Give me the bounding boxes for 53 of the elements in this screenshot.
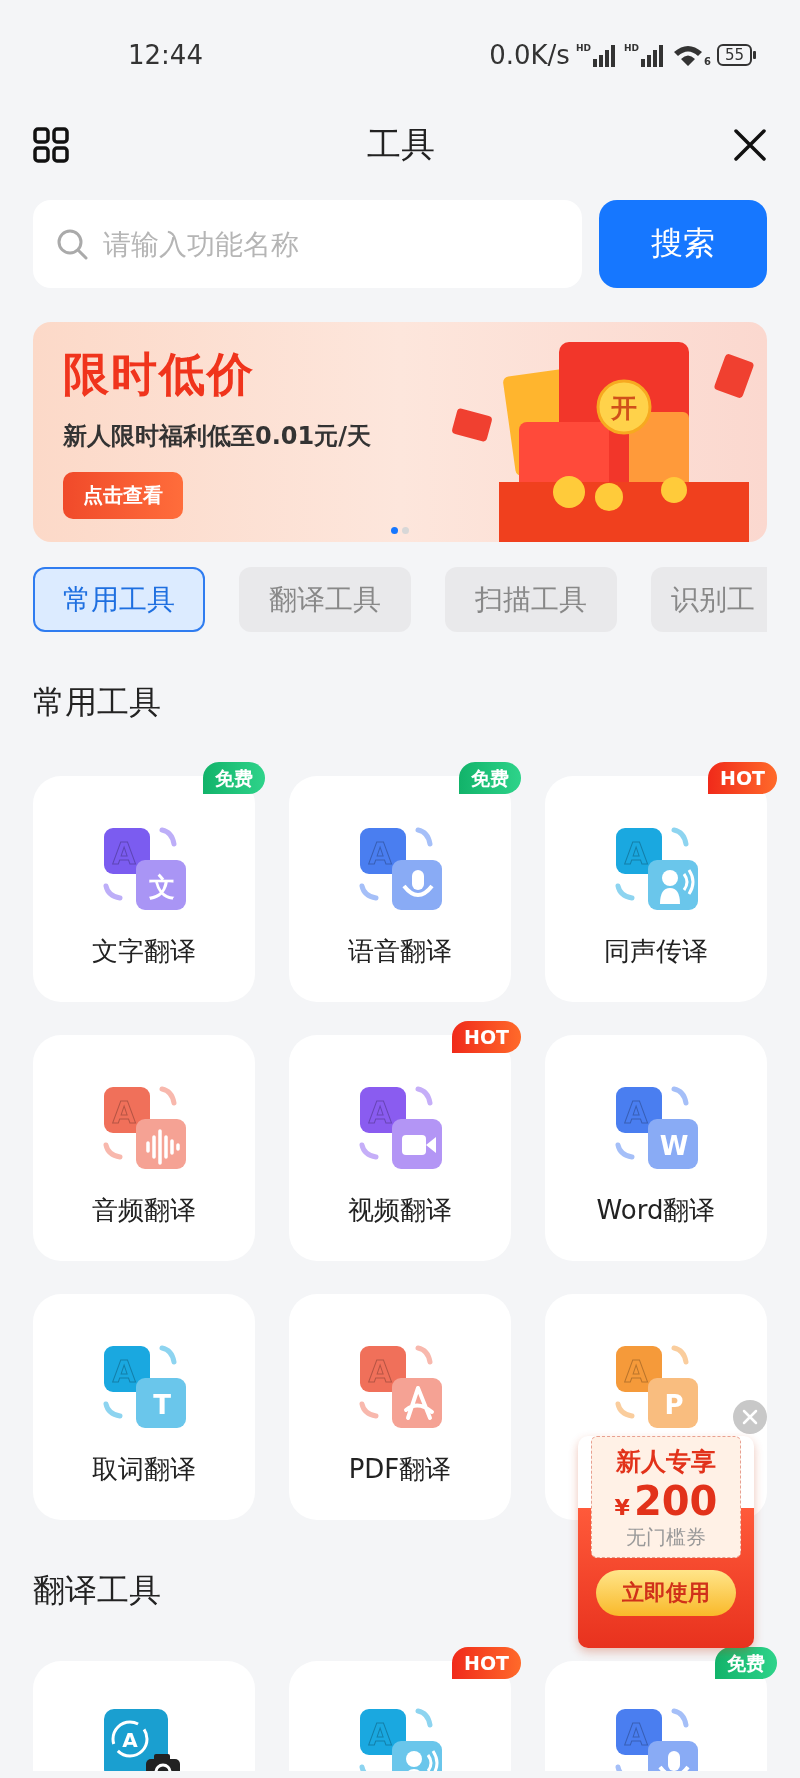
category-tab[interactable]: 翻译工具 (239, 567, 411, 632)
signal-icon (639, 43, 666, 67)
carousel-dot[interactable] (391, 527, 398, 534)
category-tab[interactable]: 常用工具 (33, 567, 205, 632)
tool-card[interactable]: A 音频翻译 (33, 1035, 255, 1261)
search-field[interactable]: 请输入功能名称 (33, 200, 582, 288)
tool-label: 语音翻译 (348, 935, 452, 968)
category-tab[interactable]: 扫描工具 (445, 567, 617, 632)
free-badge: 免费 (203, 762, 265, 794)
view-button[interactable]: 点击查看 (63, 472, 183, 519)
signal-icon (591, 43, 618, 67)
coupon-popup[interactable]: 新人专享 ¥200 无门槛券 立即使用 (578, 1436, 754, 1648)
grid-icon (33, 127, 69, 163)
tool-label: 音频翻译 (92, 1194, 196, 1227)
tool-label: 取词翻译 (92, 1453, 196, 1486)
free-badge: 免费 (715, 1647, 777, 1679)
banner-title: 限时低价 (63, 346, 255, 403)
wifi-label: 6 (703, 56, 711, 67)
gift-label: 开 (611, 393, 637, 423)
clock-time: 12:44 (128, 40, 203, 70)
close-button[interactable] (733, 128, 767, 162)
tool-label: 文字翻译 (92, 935, 196, 968)
promo-banner[interactable]: 限时低价 新人限时福利低至0.01元/天 点击查看 开 (33, 322, 767, 542)
tool-card[interactable]: A PDF翻译 (289, 1294, 511, 1520)
close-icon (742, 1409, 758, 1425)
section-title: 常用工具 (33, 682, 161, 722)
close-icon (733, 128, 767, 162)
page-title: 工具 (367, 123, 435, 166)
hot-badge: HOT (452, 1647, 521, 1679)
tool-label: 视频翻译 (348, 1194, 452, 1227)
network-speed: 0.0K/s (489, 40, 570, 70)
tool-card[interactable]: A (33, 1661, 255, 1771)
use-now-button[interactable]: 立即使用 (596, 1570, 736, 1616)
free-badge: 免费 (459, 762, 521, 794)
carousel-dot[interactable] (402, 527, 409, 534)
banner-subtitle: 新人限时福利低至0.01元/天 (63, 421, 371, 452)
hd-label: HD (623, 43, 639, 53)
hd-label: HD (575, 43, 591, 53)
battery-level: 55 (716, 44, 752, 66)
coupon-title: 新人专享 (616, 1446, 716, 1478)
tool-label: PDF翻译 (348, 1453, 452, 1486)
coupon-note: 无门槛券 (626, 1524, 706, 1551)
search-icon (55, 227, 89, 261)
section-title: 翻译工具 (33, 1570, 161, 1610)
search-button[interactable]: 搜索 (599, 200, 767, 288)
tool-label: 同声传译 (604, 935, 708, 968)
grid-menu-button[interactable] (33, 127, 69, 163)
category-tab[interactable]: 识别工 (651, 567, 767, 632)
tool-label: Word翻译 (596, 1194, 716, 1227)
hot-badge: HOT (452, 1021, 521, 1053)
hot-badge: HOT (708, 762, 777, 794)
currency-sign: ¥ (614, 1495, 630, 1520)
tool-card[interactable]: A W Word翻译 (545, 1035, 767, 1261)
